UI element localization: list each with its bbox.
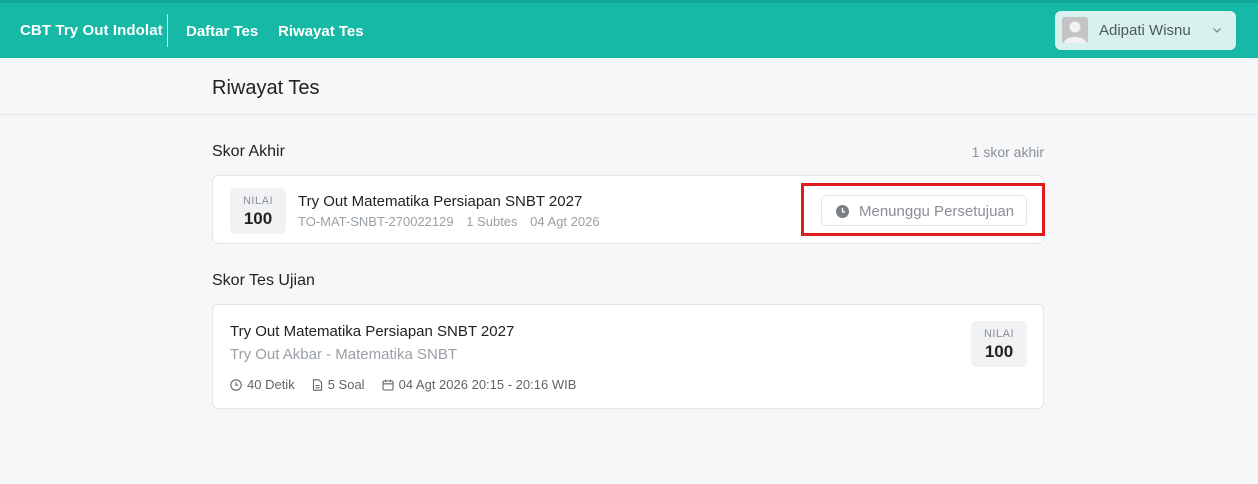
brand-divider (167, 14, 168, 47)
page-header: Riwayat Tes (0, 58, 1258, 115)
section-title-skor-akhir: Skor Akhir (212, 143, 285, 160)
exam-questions: 5 Soal (312, 377, 365, 392)
exam-score-card[interactable]: Try Out Matematika Persiapan SNBT 2027 T… (212, 304, 1044, 409)
brand-link[interactable]: CBT Try Out Indolat (20, 22, 163, 39)
clock-outline-icon (230, 378, 242, 391)
section-title-skor-tes-ujian: Skor Tes Ujian (212, 272, 315, 289)
score-label: NILAI (242, 195, 273, 207)
user-name: Adipati Wisnu (1099, 22, 1191, 39)
chevron-down-icon (1211, 23, 1223, 41)
skor-akhir-count: 1 skor akhir (971, 144, 1044, 160)
score-value: 100 (243, 209, 273, 228)
exam-questions-text: 5 Soal (327, 377, 365, 392)
nav-riwayat-tes[interactable]: Riwayat Tes (278, 23, 364, 40)
exam-subtitle: Try Out Akbar - Matematika SNBT (230, 346, 457, 363)
score-value: 100 (984, 342, 1014, 361)
exam-title: Try Out Matematika Persiapan SNBT 2027 (230, 323, 515, 340)
exam-datetime-text: 04 Agt 2026 20:15 - 20:16 WIB (398, 377, 577, 392)
test-subtes: 1 Subtes (466, 214, 518, 229)
test-date: 04 Agt 2026 (530, 214, 600, 229)
user-avatar-icon (1062, 17, 1088, 43)
score-badge: NILAI 100 (971, 321, 1027, 367)
exam-duration: 40 Detik (230, 377, 295, 392)
test-code: TO-MAT-SNBT-270022129 (298, 214, 454, 229)
highlight-box (801, 183, 1045, 236)
nav-daftar-tes[interactable]: Daftar Tes (186, 23, 258, 40)
test-meta: TO-MAT-SNBT-270022129 1 Subtes 04 Agt 20… (298, 214, 609, 229)
exam-meta: 40 Detik 5 Soal 04 Agt 2026 20:15 - 20:1… (230, 377, 593, 392)
score-badge: NILAI 100 (230, 188, 286, 234)
calendar-icon (382, 379, 394, 391)
user-menu-button[interactable]: Adipati Wisnu (1055, 11, 1236, 50)
top-navbar: CBT Try Out Indolat Daftar Tes Riwayat T… (0, 0, 1258, 58)
page-title: Riwayat Tes (212, 77, 320, 99)
exam-datetime: 04 Agt 2026 20:15 - 20:16 WIB (382, 377, 577, 392)
score-label: NILAI (983, 328, 1014, 340)
document-icon (312, 378, 322, 391)
test-title: Try Out Matematika Persiapan SNBT 2027 (298, 193, 583, 210)
exam-duration-text: 40 Detik (247, 377, 295, 392)
